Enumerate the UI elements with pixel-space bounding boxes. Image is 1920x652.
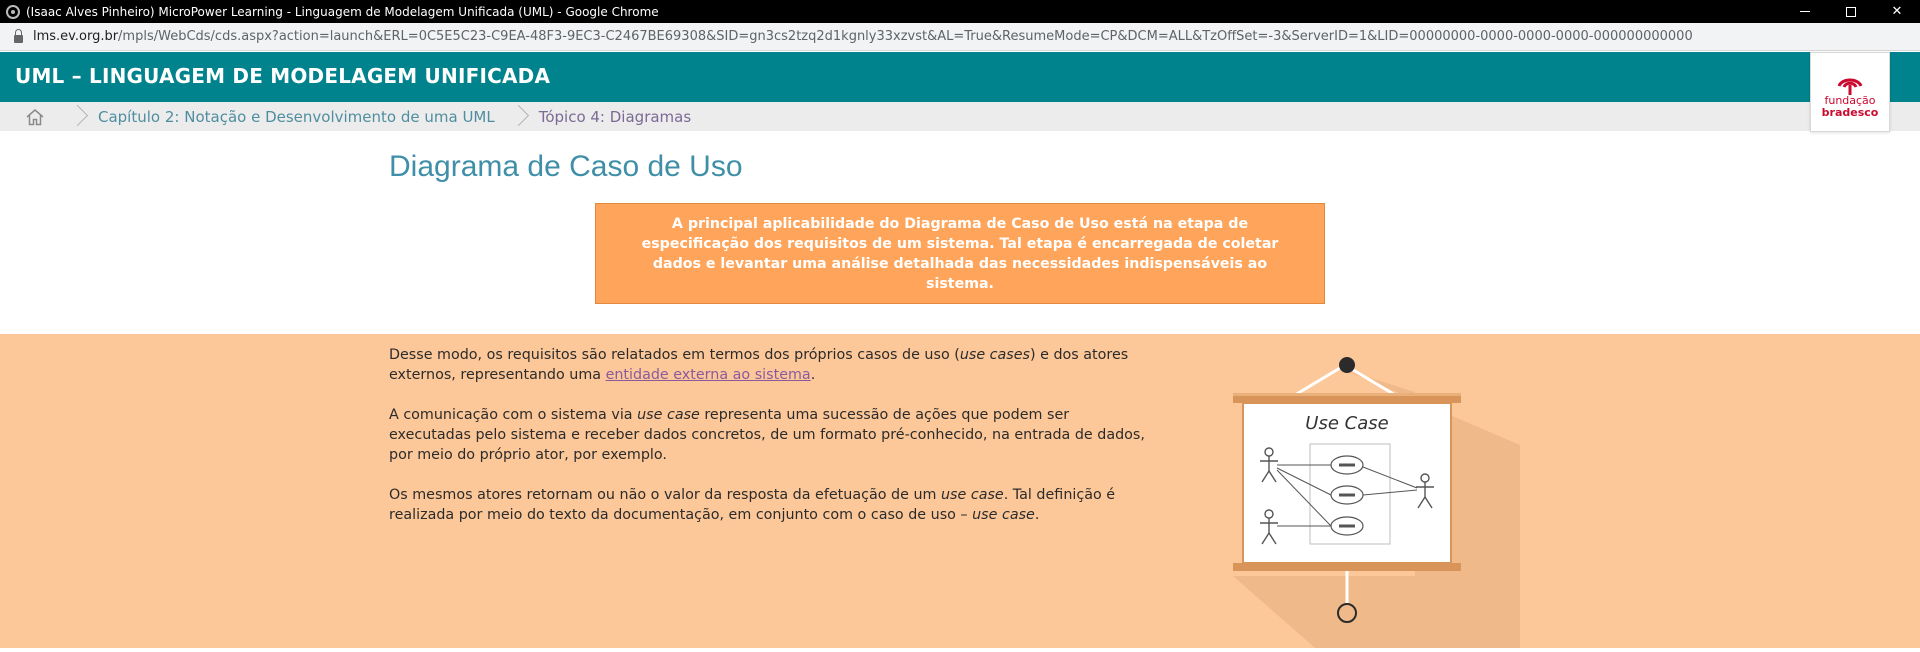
bradesco-tree-icon <box>1837 78 1863 95</box>
page-title: Diagrama de Caso de Uso <box>389 150 743 183</box>
course-title: UML – LINGUAGEM DE MODELAGEM UNIFICADA <box>15 64 551 88</box>
p3-emphasis: use case <box>940 487 1004 503</box>
breadcrumb-chapter[interactable]: Capítulo 2: Notação e Desenvolvimento de… <box>84 108 511 126</box>
breadcrumb-topic[interactable]: Tópico 4: Diagramas <box>525 108 707 126</box>
url-path: /mpls/WebCds/cds.aspx?action=launch&ERL=… <box>118 29 1693 44</box>
highlight-callout: A principal aplicabilidade do Diagrama d… <box>595 203 1325 304</box>
p2-text-a: A comunicação com o sistema via <box>389 407 638 423</box>
maximize-icon[interactable] <box>1828 0 1874 23</box>
p3-text-a: Os mesmos atores retornam ou não o valor… <box>389 487 941 503</box>
fundacao-bradesco-logo: fundação bradesco <box>1810 52 1890 132</box>
hanging-string-left <box>1294 363 1346 397</box>
board-top-rail-highlight <box>1233 393 1461 396</box>
hanging-pin <box>1339 357 1355 373</box>
address-bar[interactable]: lms.ev.org.br/mpls/WebCds/cds.aspx?actio… <box>0 23 1920 51</box>
p1-text-c: . <box>810 367 816 383</box>
use-case-label-bar <box>1339 524 1355 528</box>
use-case-board-illustration: Use Case <box>1225 350 1525 648</box>
url-text[interactable]: lms.ev.org.br/mpls/WebCds/cds.aspx?actio… <box>33 29 1693 44</box>
paragraph-2: A comunicação com o sistema via use case… <box>389 405 1149 465</box>
p1-emphasis: use cases <box>959 347 1030 363</box>
p2-emphasis: use case <box>637 407 700 423</box>
browser-title-bar: (Isaac Alves Pinheiro) MicroPower Learni… <box>0 0 1920 23</box>
board-title: Use Case <box>1305 413 1388 434</box>
body-text: Desse modo, os requisitos são relatados … <box>389 345 1149 545</box>
paragraph-3: Os mesmos atores retornam ou não o valor… <box>389 485 1149 525</box>
breadcrumb: Capítulo 2: Notação e Desenvolvimento de… <box>0 102 1920 131</box>
paragraph-1: Desse modo, os requisitos são relatados … <box>389 345 1149 385</box>
lock-icon[interactable] <box>14 28 23 43</box>
p1-text-a: Desse modo, os requisitos são relatados … <box>389 347 960 363</box>
board-bottom-rail <box>1233 563 1461 571</box>
use-case-label-bar <box>1339 493 1355 497</box>
use-case-label-bar <box>1339 463 1355 467</box>
logo-line-2: bradesco <box>1821 106 1879 119</box>
p3-emphasis-2: use case <box>972 507 1035 523</box>
window-title: (Isaac Alves Pinheiro) MicroPower Learni… <box>26 4 659 19</box>
minimize-icon[interactable] <box>1782 0 1828 23</box>
home-icon[interactable] <box>0 102 70 131</box>
breadcrumb-separator <box>70 102 84 131</box>
course-header: UML – LINGUAGEM DE MODELAGEM UNIFICADA <box>0 52 1920 102</box>
callout-text: A principal aplicabilidade do Diagrama d… <box>641 215 1279 292</box>
breadcrumb-separator <box>511 102 525 131</box>
close-icon[interactable]: ✕ <box>1874 0 1920 23</box>
external-entity-link[interactable]: entidade externa ao sistema <box>606 367 811 383</box>
p3-text-c: . <box>1034 507 1040 523</box>
chrome-icon <box>6 4 20 19</box>
url-host: lms.ev.org.br <box>33 29 119 44</box>
